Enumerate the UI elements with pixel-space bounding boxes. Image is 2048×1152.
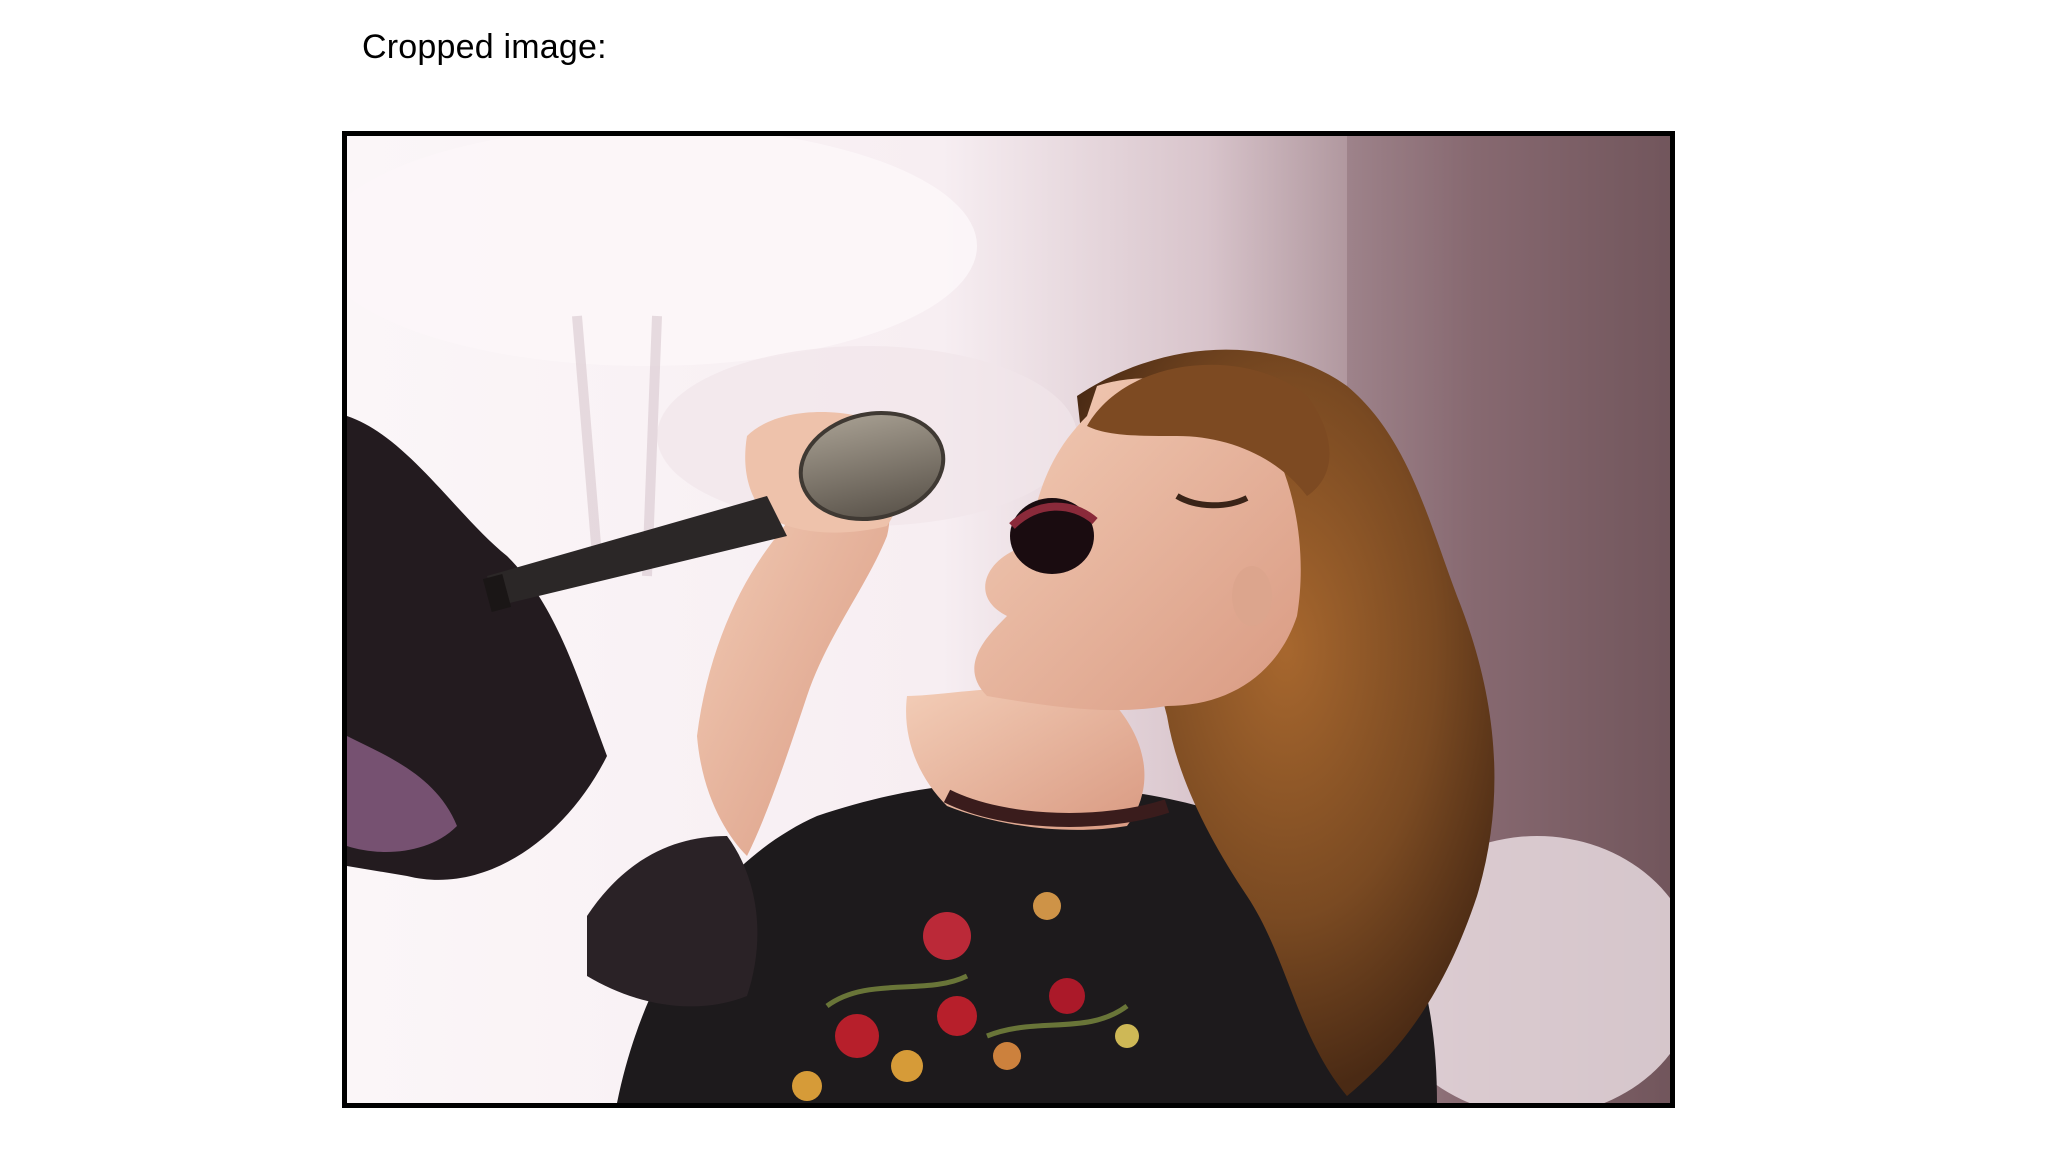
cropped-image	[347, 136, 1670, 1103]
caption-text: Cropped image:	[362, 28, 607, 66]
cropped-image-frame	[342, 131, 1675, 1108]
slide: Cropped image:	[0, 0, 2048, 1152]
